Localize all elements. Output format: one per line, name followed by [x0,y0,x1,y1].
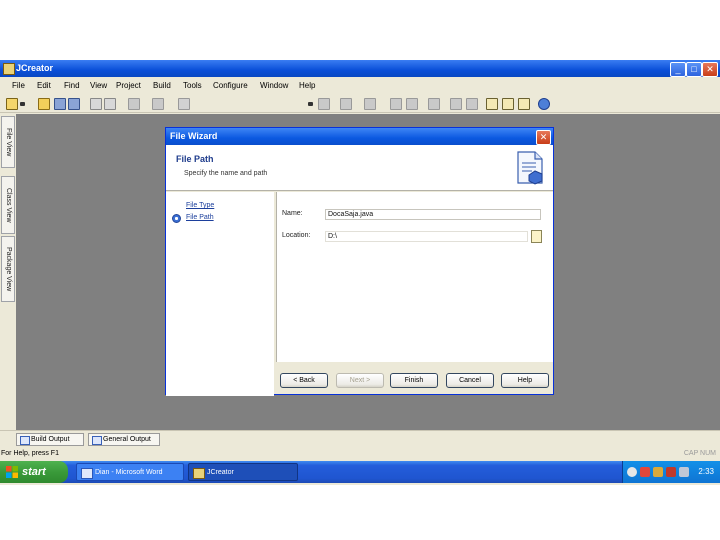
close-button[interactable]: ✕ [702,62,718,77]
build-icon[interactable] [390,98,402,110]
menu-configure[interactable]: Configure [213,81,248,90]
menu-tools[interactable]: Tools [183,81,202,90]
title-bar[interactable]: JCreator _ □ ✕ [0,60,720,77]
antivirus-icon[interactable] [640,467,650,477]
task-microsoft-word[interactable]: Dian - Microsoft Word [76,463,184,481]
cut-icon[interactable] [90,98,102,110]
find-icon[interactable] [178,98,190,110]
menu-view[interactable]: View [90,81,107,90]
project-window-icon[interactable] [518,98,530,110]
save-all-icon[interactable] [68,98,80,110]
jcreator-app-icon [3,63,15,75]
status-indicators: CAP NUM [683,450,716,457]
task-jcreator[interactable]: JCreator [188,463,298,481]
document-icon [517,151,543,185]
wizard-icon[interactable] [428,98,440,110]
back-button[interactable]: < Back [280,373,328,388]
word-icon [81,468,93,479]
redo-icon[interactable] [152,98,164,110]
finish-button[interactable]: Finish [390,373,438,388]
back-arrow-icon[interactable] [450,98,462,110]
location-label: Location: [282,232,311,239]
start-button[interactable]: start [0,461,68,483]
start-label: start [22,466,46,478]
save-icon[interactable] [54,98,66,110]
menu-build[interactable]: Build [153,81,171,90]
task-jcreator-label: JCreator [207,469,234,476]
undo-icon[interactable] [128,98,140,110]
file-wizard-dialog: File Wizard ✕ File Path Specify the name… [165,127,554,396]
menu-file[interactable]: File [12,81,25,90]
security-icon[interactable] [653,467,663,477]
volume-icon[interactable] [679,467,689,477]
status-bar: For Help, press F1 CAP NUM [0,448,720,461]
task-word-label: Dian - Microsoft Word [95,469,163,476]
tab-file-view[interactable]: File View [1,116,15,168]
help-button[interactable]: Help [501,373,549,388]
open-folder-icon[interactable] [38,98,50,110]
jcreator-icon [193,468,205,479]
help-icon[interactable] [538,98,550,110]
step-file-path[interactable]: File Path [186,214,214,221]
tab-package-view[interactable]: Package View [1,236,15,302]
windows-logo-icon [6,466,18,478]
tab-build-output-label: Build Output [31,436,70,443]
dialog-title-bar[interactable]: File Wizard ✕ [166,128,553,145]
name-label: Name: [282,210,303,217]
output-icon [20,436,30,445]
menu-window[interactable]: Window [260,81,288,90]
browse-folder-button[interactable] [531,230,542,243]
system-tray: 2:33 [622,461,720,483]
network-icon[interactable] [666,467,676,477]
left-dock: File View Class View Package View [0,114,15,430]
dialog-close-button[interactable]: ✕ [536,130,551,145]
output-tabs: Build Output General Output [0,430,720,448]
file-path-pane: Name: DocaSaja.java Location: D:\ [276,192,553,362]
compile-icon[interactable] [318,98,330,110]
chevron-down-icon[interactable] [20,102,25,106]
next-button: Next > [336,373,384,388]
output-icon [92,436,102,445]
forward-arrow-icon[interactable] [466,98,478,110]
rebuild-icon[interactable] [406,98,418,110]
name-field[interactable]: DocaSaja.java [325,209,541,220]
copy-icon[interactable] [104,98,116,110]
maximize-button[interactable]: □ [686,62,702,77]
dialog-header-subtitle: Specify the name and path [184,170,268,177]
dropdown-icon[interactable] [308,102,313,106]
dialog-header: File Path Specify the name and path [166,145,553,191]
new-file-icon[interactable] [6,98,18,110]
step-file-type[interactable]: File Type [186,202,214,209]
dialog-header-title: File Path [176,154,214,164]
menu-find[interactable]: Find [64,81,80,90]
tab-class-view[interactable]: Class View [1,176,15,234]
app-title: JCreator [16,63,54,73]
toolbar [0,95,720,113]
cancel-button[interactable]: Cancel [446,373,494,388]
current-step-icon [172,214,181,223]
tab-general-output-label: General Output [103,436,151,443]
window-icon[interactable] [486,98,498,110]
status-text: For Help, press F1 [1,450,59,457]
menu-project[interactable]: Project [116,81,141,90]
location-field[interactable]: D:\ [325,231,528,242]
menu-help[interactable]: Help [299,81,315,90]
clock: 2:33 [698,467,714,476]
menu-edit[interactable]: Edit [37,81,51,90]
taskbar: start Dian - Microsoft Word JCreator 2:3… [0,461,720,483]
menu-bar: File Edit Find View Project Build Tools … [0,79,720,93]
tray-expand-icon[interactable] [627,467,637,477]
dialog-title: File Wizard [170,131,218,141]
wizard-steps: File Type File Path [166,192,274,396]
run-icon[interactable] [340,98,352,110]
debug-icon[interactable] [364,98,376,110]
tab-build-output[interactable]: Build Output [16,433,84,446]
tab-general-output[interactable]: General Output [88,433,160,446]
output-window-icon[interactable] [502,98,514,110]
minimize-button[interactable]: _ [670,62,686,77]
